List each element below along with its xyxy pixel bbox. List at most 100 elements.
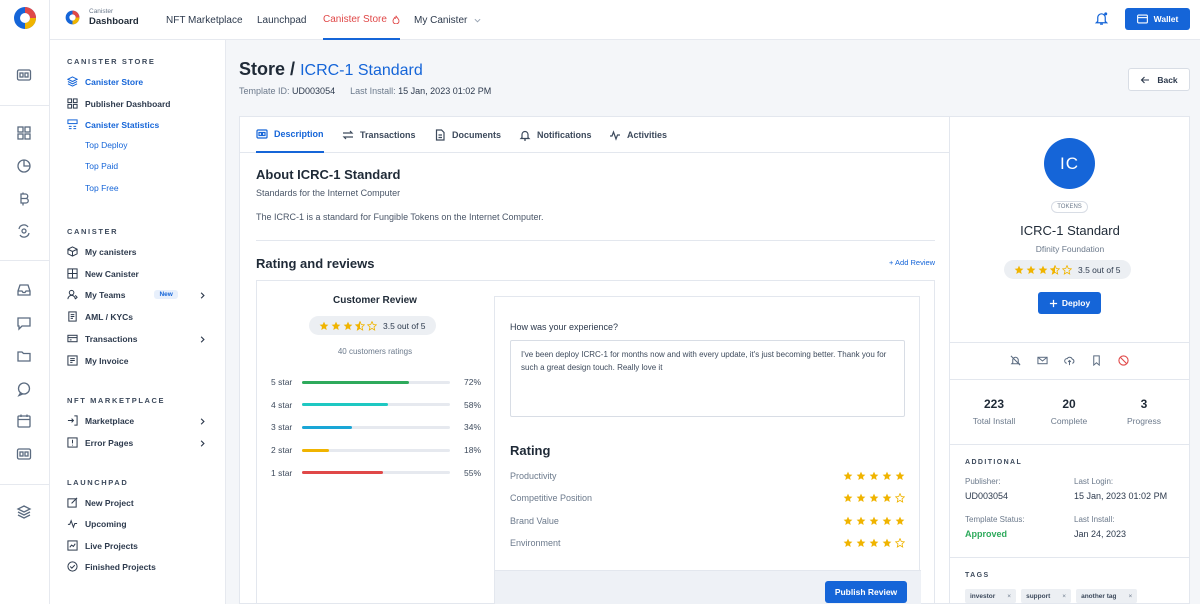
exchange-rail-icon[interactable]: [16, 223, 32, 239]
tab-transactions[interactable]: Transactions: [342, 117, 416, 153]
star-empty-icon: [895, 493, 905, 504]
wallet-rail-icon[interactable]: [16, 67, 32, 83]
sidebar-sub-top-deploy[interactable]: Top Deploy: [85, 140, 128, 150]
deploy-button[interactable]: Deploy: [1038, 292, 1101, 314]
rating-bar-row: 3 star 34%: [271, 422, 481, 432]
nav-my-canister[interactable]: My Canister: [414, 0, 481, 40]
star-full-icon: [343, 321, 353, 330]
sidebar-item-transactions[interactable]: Transactions: [67, 333, 207, 344]
dashboard-icon: [67, 98, 78, 109]
monitor-rail-icon[interactable]: [16, 446, 32, 462]
sidebar-item-canister-statistics[interactable]: Canister Statistics: [67, 119, 207, 130]
sidebar-item-label: Transactions: [85, 333, 138, 344]
star-rating: [1014, 264, 1072, 275]
sidebar-sub-top-free[interactable]: Top Free: [85, 183, 119, 193]
star-full-icon: [856, 538, 866, 547]
add-review-link[interactable]: + Add Review: [889, 258, 935, 267]
bell-tab-icon: [519, 130, 531, 141]
page-meta: Template ID: UD003054 Last Install: 15 J…: [239, 86, 491, 96]
sidebar-item-aml-kycs[interactable]: AML / KYCs: [67, 311, 207, 322]
sidebar-item-marketplace[interactable]: Marketplace: [67, 415, 207, 426]
last-install-label: Last Install:: [350, 86, 396, 96]
rating-bar-track: [302, 448, 450, 452]
calendar-rail-icon[interactable]: [16, 413, 32, 429]
chart-pie-rail-icon[interactable]: [16, 158, 32, 174]
about-description: The ICRC-1 is a standard for Fungible To…: [256, 212, 544, 222]
block-icon[interactable]: [1118, 355, 1129, 366]
rating-bar-label: 3 star: [271, 422, 293, 433]
tags-list: investor × support × another tag ×: [965, 589, 1138, 603]
star-full-icon: [895, 471, 905, 480]
sidebar-item-error-pages[interactable]: Error Pages: [67, 437, 207, 448]
rating-bar-fill: [302, 403, 388, 407]
brand[interactable]: Canister Dashboard: [65, 8, 139, 27]
publish-review-button[interactable]: Publish Review: [825, 581, 907, 603]
sidebar-item-live-projects[interactable]: Live Projects: [67, 540, 207, 551]
rating-row-stars[interactable]: [843, 493, 905, 504]
star-full-icon: [1014, 265, 1024, 274]
tag-remove-icon[interactable]: ×: [1062, 593, 1066, 600]
folder-rail-icon[interactable]: [16, 348, 32, 364]
layers-rail-icon[interactable]: [16, 504, 32, 520]
rating-row-stars[interactable]: [843, 537, 905, 548]
tag-remove-icon[interactable]: ×: [1007, 593, 1011, 600]
bookmark-icon[interactable]: [1091, 355, 1102, 366]
sidebar-item-new-canister[interactable]: New Canister: [67, 268, 207, 279]
tag-remove-icon[interactable]: ×: [1129, 593, 1133, 600]
sidebar-item-my-teams[interactable]: My Teams New: [67, 289, 207, 300]
stat-progress: 3 Progress: [1104, 397, 1184, 426]
tab-label: Transactions: [360, 130, 416, 140]
sidebar-item-canister-store[interactable]: Canister Store: [67, 76, 207, 87]
swap-icon: [342, 130, 354, 140]
sidebar-item-finished-projects[interactable]: Finished Projects: [67, 561, 207, 572]
action-icons: [1010, 355, 1129, 366]
rating-bar-fill: [302, 380, 409, 384]
cloud-upload-icon[interactable]: [1064, 355, 1075, 366]
sidebar-sub-top-paid[interactable]: Top Paid: [85, 161, 118, 171]
panel-last-install-label: Last Install:: [1074, 515, 1115, 524]
star-full-icon: [895, 516, 905, 525]
star-full-icon: [869, 471, 879, 480]
bell-off-icon[interactable]: [1010, 355, 1021, 366]
wallet-label: Wallet: [1153, 14, 1179, 24]
sidebar-heading-launchpad: LAUNCHPAD: [67, 478, 129, 487]
document-icon: [68, 311, 77, 322]
tab-description[interactable]: Description: [256, 117, 324, 153]
rating-bar-label: 2 star: [271, 445, 293, 456]
back-button[interactable]: Back: [1128, 68, 1190, 91]
wallet-button[interactable]: Wallet: [1125, 8, 1190, 30]
message-rail-icon[interactable]: [16, 315, 32, 331]
tab-activities[interactable]: Activities: [609, 117, 667, 153]
nav-canister-store[interactable]: Canister Store: [323, 0, 400, 40]
rating-bar-row: 2 star 18%: [271, 445, 481, 455]
tab-label: Activities: [627, 130, 668, 140]
template-status-label: Template Status:: [965, 515, 1025, 524]
rating-title: Rating: [510, 443, 551, 458]
rating-bar-fill: [302, 471, 384, 475]
sidebar-item-publisher-dashboard[interactable]: Publisher Dashboard: [67, 98, 207, 109]
bitcoin-rail-icon[interactable]: [16, 191, 32, 207]
inbox-rail-icon[interactable]: [16, 282, 32, 298]
sidebar-item-my-canisters[interactable]: My canisters: [67, 246, 207, 257]
tab-documents[interactable]: Documents: [434, 117, 501, 153]
chat-rail-icon[interactable]: [16, 381, 32, 397]
sidebar-item-upcoming[interactable]: Upcoming: [67, 518, 207, 529]
bell-icon[interactable]: [1094, 11, 1109, 26]
rating-bar-percent: 72%: [463, 377, 481, 387]
star-full-icon: [843, 538, 853, 547]
app-logo-icon[interactable]: [13, 6, 37, 30]
tab-notifications[interactable]: Notifications: [519, 117, 592, 153]
rating-row-stars[interactable]: [843, 471, 905, 481]
nav-launchpad[interactable]: Launchpad: [257, 0, 307, 40]
grid-rail-icon[interactable]: [16, 125, 32, 141]
review-textarea[interactable]: I've been deploy ICRC-1 for months now a…: [510, 340, 905, 417]
sidebar-item-label: Canister Store: [85, 76, 144, 87]
stat-total-install: 223 Total Install: [954, 397, 1034, 426]
rating-row-stars[interactable]: [843, 516, 905, 526]
sidebar-item-my-invoice[interactable]: My Invoice: [67, 355, 207, 366]
error-page-icon: [67, 437, 78, 448]
arrow-left-icon: [1141, 76, 1150, 83]
nav-nft-marketplace[interactable]: NFT Marketplace: [166, 0, 243, 40]
sidebar-item-new-project[interactable]: New Project: [67, 497, 207, 508]
mail-icon[interactable]: [1037, 355, 1048, 366]
